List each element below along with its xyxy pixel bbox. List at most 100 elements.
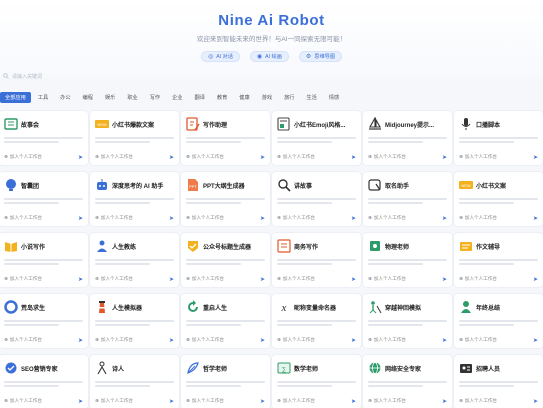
app-card[interactable]: 重启人生 ⊕ 加入个人工作台 ➤ bbox=[181, 294, 270, 348]
app-card[interactable]: 口播脚本 ⊕ 加入个人工作台 ➤ bbox=[454, 111, 543, 165]
send-icon[interactable]: ➤ bbox=[78, 276, 83, 283]
mindmap-button[interactable]: ⚙ 思维导图 bbox=[298, 51, 343, 62]
tab-6[interactable]: 写作 bbox=[145, 92, 165, 103]
tab-5[interactable]: 职业 bbox=[122, 92, 142, 103]
tab-10[interactable]: 健康 bbox=[234, 92, 254, 103]
send-icon[interactable]: ➤ bbox=[169, 154, 174, 161]
add-to-workspace-button[interactable]: ⊕ 加入个人工作台 bbox=[459, 337, 497, 343]
add-to-workspace-button[interactable]: ⊕ 加入个人工作台 bbox=[4, 276, 42, 282]
add-to-workspace-button[interactable]: ⊕ 加入个人工作台 bbox=[368, 215, 406, 221]
add-to-workspace-button[interactable]: ⊕ 加入个人工作台 bbox=[368, 337, 406, 343]
send-icon[interactable]: ➤ bbox=[78, 215, 83, 222]
app-card[interactable]: 写作助理 ⊕ 加入个人工作台 ➤ bbox=[181, 111, 270, 165]
app-card[interactable]: 诗人 ⊕ 加入个人工作台 ➤ bbox=[90, 355, 179, 408]
app-card[interactable]: SEO营销专家 ⊕ 加入个人工作台 ➤ bbox=[0, 355, 88, 408]
add-to-workspace-button[interactable]: ⊕ 加入个人工作台 bbox=[186, 154, 224, 160]
send-icon[interactable]: ➤ bbox=[442, 215, 447, 222]
send-icon[interactable]: ➤ bbox=[260, 276, 265, 283]
app-card[interactable]: 物理老师 ⊕ 加入个人工作台 ➤ bbox=[363, 233, 452, 287]
send-icon[interactable]: ➤ bbox=[260, 337, 265, 344]
send-icon[interactable]: ➤ bbox=[169, 215, 174, 222]
app-card[interactable]: 商务写作 ⊕ 加入个人工作台 ➤ bbox=[272, 233, 361, 287]
send-icon[interactable]: ➤ bbox=[169, 398, 174, 405]
tab-13[interactable]: 生活 bbox=[301, 92, 321, 103]
app-card[interactable]: 小红书Emoji风格... ⊕ 加入个人工作台 ➤ bbox=[272, 111, 361, 165]
tab-0[interactable]: 全部应用 bbox=[0, 91, 31, 103]
send-icon[interactable]: ➤ bbox=[260, 215, 265, 222]
app-card[interactable]: 招聘人员 ⊕ 加入个人工作台 ➤ bbox=[454, 355, 543, 408]
send-icon[interactable]: ➤ bbox=[442, 276, 447, 283]
add-to-workspace-button[interactable]: ⊕ 加入个人工作台 bbox=[95, 337, 133, 343]
add-to-workspace-button[interactable]: ⊕ 加入个人工作台 bbox=[4, 154, 42, 160]
add-to-workspace-button[interactable]: ⊕ 加入个人工作台 bbox=[459, 276, 497, 282]
send-icon[interactable]: ➤ bbox=[442, 398, 447, 405]
add-to-workspace-button[interactable]: ⊕ 加入个人工作台 bbox=[4, 337, 42, 343]
app-card[interactable]: PPT PPT大纲生成器 ⊕ 加入个人工作台 ➤ bbox=[181, 172, 270, 226]
app-card[interactable]: 网络安全专家 ⊕ 加入个人工作台 ➤ bbox=[363, 355, 452, 408]
send-icon[interactable]: ➤ bbox=[351, 337, 356, 344]
send-icon[interactable]: ➤ bbox=[442, 337, 447, 344]
add-to-workspace-button[interactable]: ⊕ 加入个人工作台 bbox=[186, 398, 224, 404]
add-to-workspace-button[interactable]: ⊕ 加入个人工作台 bbox=[95, 215, 133, 221]
send-icon[interactable]: ➤ bbox=[351, 215, 356, 222]
send-icon[interactable]: ➤ bbox=[169, 276, 174, 283]
add-to-workspace-button[interactable]: ⊕ 加入个人工作台 bbox=[4, 398, 42, 404]
send-icon[interactable]: ➤ bbox=[260, 398, 265, 405]
add-to-workspace-button[interactable]: ⊕ 加入个人工作台 bbox=[368, 276, 406, 282]
send-icon[interactable]: ➤ bbox=[78, 398, 83, 405]
add-to-workspace-button[interactable]: ⊕ 加入个人工作台 bbox=[95, 276, 133, 282]
app-card[interactable]: x 昵称变量命名器 ⊕ 加入个人工作台 ➤ bbox=[272, 294, 361, 348]
send-icon[interactable]: ➤ bbox=[260, 154, 265, 161]
tab-7[interactable]: 企业 bbox=[167, 92, 187, 103]
tab-2[interactable]: 办公 bbox=[55, 92, 75, 103]
send-icon[interactable]: ➤ bbox=[351, 398, 356, 405]
send-icon[interactable]: ➤ bbox=[533, 276, 538, 283]
tab-9[interactable]: 教育 bbox=[212, 92, 232, 103]
send-icon[interactable]: ➤ bbox=[351, 154, 356, 161]
send-icon[interactable]: ➤ bbox=[351, 276, 356, 283]
add-to-workspace-button[interactable]: ⊕ 加入个人工作台 bbox=[277, 154, 315, 160]
send-icon[interactable]: ➤ bbox=[78, 154, 83, 161]
app-card[interactable]: 公众号标题生成器 ⊕ 加入个人工作台 ➤ bbox=[181, 233, 270, 287]
add-to-workspace-button[interactable]: ⊕ 加入个人工作台 bbox=[368, 398, 406, 404]
tab-4[interactable]: 娱乐 bbox=[100, 92, 120, 103]
add-to-workspace-button[interactable]: ⊕ 加入个人工作台 bbox=[277, 398, 315, 404]
app-card[interactable]: 深度思考的 AI 助手 ⊕ 加入个人工作台 ➤ bbox=[90, 172, 179, 226]
app-card[interactable]: ∑ 数学老师 ⊕ 加入个人工作台 ➤ bbox=[272, 355, 361, 408]
tab-14[interactable]: 情感 bbox=[324, 92, 344, 103]
app-card[interactable]: 小说写作 ⊕ 加入个人工作台 ➤ bbox=[0, 233, 88, 287]
add-to-workspace-button[interactable]: ⊕ 加入个人工作台 bbox=[459, 398, 497, 404]
tab-11[interactable]: 游戏 bbox=[257, 92, 277, 103]
tab-1[interactable]: 工具 bbox=[33, 92, 53, 103]
app-card[interactable]: 作文辅导 ⊕ 加入个人工作台 ➤ bbox=[454, 233, 543, 287]
add-to-workspace-button[interactable]: ⊕ 加入个人工作台 bbox=[95, 154, 133, 160]
add-to-workspace-button[interactable]: ⊕ 加入个人工作台 bbox=[186, 276, 224, 282]
ai-paint-button[interactable]: ◉ AI 绘画 bbox=[249, 51, 289, 62]
app-card[interactable]: 人生教练 ⊕ 加入个人工作台 ➤ bbox=[90, 233, 179, 287]
send-icon[interactable]: ➤ bbox=[442, 154, 447, 161]
add-to-workspace-button[interactable]: ⊕ 加入个人工作台 bbox=[368, 154, 406, 160]
app-card[interactable]: 讲故事 ⊕ 加入个人工作台 ➤ bbox=[272, 172, 361, 226]
add-to-workspace-button[interactable]: ⊕ 加入个人工作台 bbox=[186, 337, 224, 343]
send-icon[interactable]: ➤ bbox=[533, 154, 538, 161]
add-to-workspace-button[interactable]: ⊕ 加入个人工作台 bbox=[277, 276, 315, 282]
send-icon[interactable]: ➤ bbox=[169, 337, 174, 344]
app-card[interactable]: 智囊团 ⊕ 加入个人工作台 ➤ bbox=[0, 172, 88, 226]
app-card[interactable]: NEW 小红书爆款文案 ⊕ 加入个人工作台 ➤ bbox=[90, 111, 179, 165]
add-to-workspace-button[interactable]: ⊕ 加入个人工作台 bbox=[459, 215, 497, 221]
send-icon[interactable]: ➤ bbox=[78, 337, 83, 344]
app-card[interactable]: NEW 小红书文案 ⊕ 加入个人工作台 ➤ bbox=[454, 172, 543, 226]
ai-chat-button[interactable]: ◎ AI 对话 bbox=[200, 51, 240, 62]
add-to-workspace-button[interactable]: ⊕ 加入个人工作台 bbox=[95, 398, 133, 404]
tab-8[interactable]: 翻译 bbox=[190, 92, 210, 103]
send-icon[interactable]: ➤ bbox=[533, 215, 538, 222]
add-to-workspace-button[interactable]: ⊕ 加入个人工作台 bbox=[186, 215, 224, 221]
app-card[interactable]: Midjourney提示... ⊕ 加入个人工作台 ➤ bbox=[363, 111, 452, 165]
app-card[interactable]: 取名助手 ⊕ 加入个人工作台 ➤ bbox=[363, 172, 452, 226]
tab-12[interactable]: 旅行 bbox=[279, 92, 299, 103]
tab-3[interactable]: 编程 bbox=[78, 92, 98, 103]
search-input[interactable]: 请输入关键词 bbox=[0, 71, 120, 81]
add-to-workspace-button[interactable]: ⊕ 加入个人工作台 bbox=[277, 215, 315, 221]
send-icon[interactable]: ➤ bbox=[533, 398, 538, 405]
app-card[interactable]: 人生模拟器 ⊕ 加入个人工作台 ➤ bbox=[90, 294, 179, 348]
